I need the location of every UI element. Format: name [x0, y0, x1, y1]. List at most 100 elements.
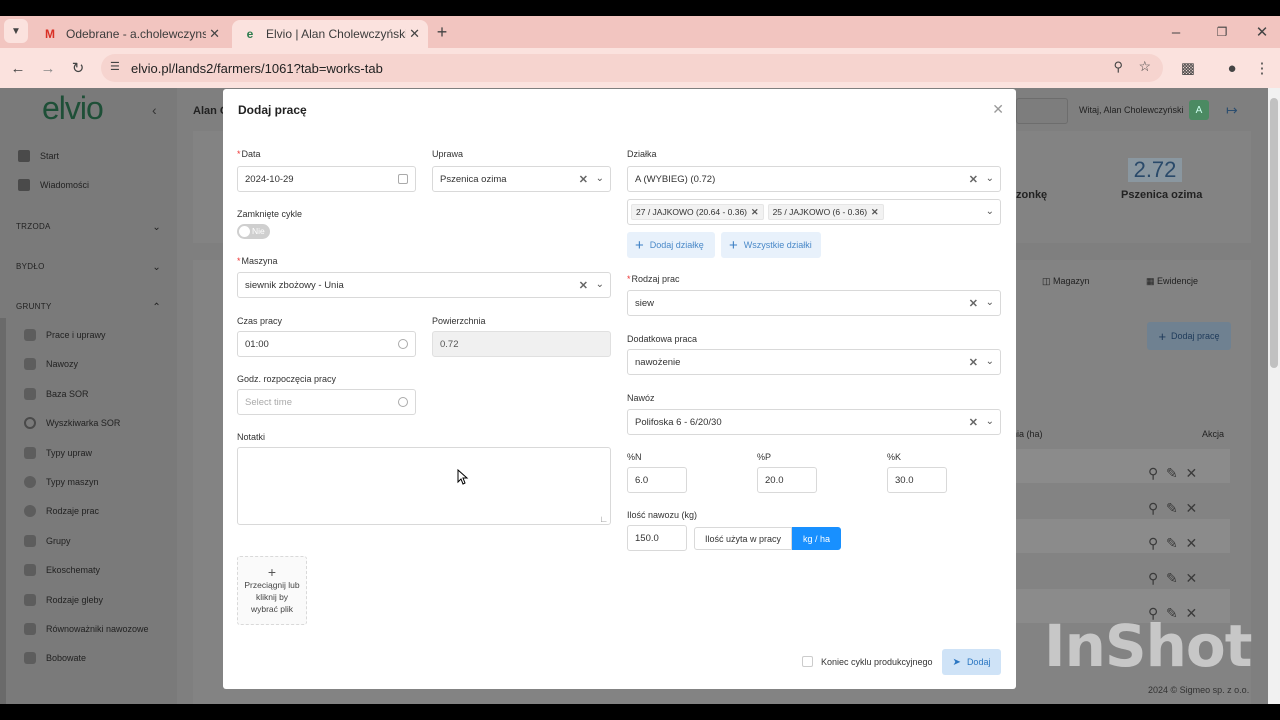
- bookmark-star-icon[interactable]: ☆: [1138, 58, 1151, 75]
- add-plot-button[interactable]: + Dodaj działkę: [627, 232, 715, 258]
- zoom-icon[interactable]: ⚲: [1113, 59, 1123, 75]
- users-icon: [24, 535, 36, 547]
- extensions-icon[interactable]: ▩: [1174, 54, 1202, 82]
- work-time-picker[interactable]: 01:00: [237, 331, 416, 357]
- sidebar-item-label: Równoważniki nawozowe: [46, 624, 149, 634]
- reload-button[interactable]: ↻: [64, 54, 92, 82]
- forward-button[interactable]: →: [34, 54, 62, 82]
- close-icon[interactable]: ✕: [409, 26, 420, 42]
- sidebar-item-rodzaje-gleby[interactable]: Rodzaje gleby: [24, 594, 103, 606]
- clear-icon[interactable]: ✕: [969, 173, 978, 186]
- notes-textarea[interactable]: ∟: [237, 447, 611, 525]
- menu-icon[interactable]: ⋮: [1248, 54, 1276, 82]
- sidebar-item-wyszkiwarka[interactable]: Wyszkiwarka SOR: [24, 417, 120, 429]
- row-action-icons[interactable]: ⚲ ✎ ✕: [1148, 456, 1228, 491]
- site-info-icon[interactable]: ☰: [110, 60, 120, 73]
- new-tab-button[interactable]: +: [428, 18, 456, 46]
- unit-option-kg-ha[interactable]: kg / ha: [792, 527, 842, 550]
- minimize-button[interactable]: –: [1162, 18, 1190, 46]
- clear-icon[interactable]: ✕: [969, 297, 978, 310]
- page-scrollbar[interactable]: [1268, 88, 1280, 704]
- sidebar-item-baza-sor[interactable]: Baza SOR: [24, 388, 89, 400]
- uprawa-select[interactable]: Pszenica ozima ✕ ⌄: [432, 166, 611, 192]
- rodzaj-prac-select[interactable]: siew ✕ ⌄: [627, 290, 1001, 316]
- all-plots-button[interactable]: + Wszystkie działki: [721, 232, 821, 258]
- sidebar-item-rodzaje-prac[interactable]: Rodzaje prac: [24, 505, 99, 517]
- back-button[interactable]: ←: [4, 54, 32, 82]
- date-picker[interactable]: 2024-10-29: [237, 166, 416, 192]
- remove-tag-icon[interactable]: ✕: [871, 207, 879, 218]
- tab-search-button[interactable]: ▼: [4, 19, 28, 43]
- nawoz-select[interactable]: Polifoska 6 - 6/20/30 ✕ ⌄: [627, 409, 1001, 435]
- fertilizer-amount-input[interactable]: 150.0: [627, 525, 687, 551]
- sidebar-item-prace[interactable]: Prace i uprawy: [24, 329, 106, 341]
- sidebar-item-start[interactable]: Start: [18, 150, 59, 162]
- chevron-down-icon: ⌄: [985, 173, 994, 184]
- closed-cycles-toggle[interactable]: Nie: [237, 224, 270, 239]
- address-bar[interactable]: ☰ elvio.pl/lands2/farmers/1061?tab=works…: [101, 54, 1163, 82]
- end-of-cycle-checkbox[interactable]: Koniec cyklu produkcyjnego: [802, 656, 933, 667]
- clear-icon[interactable]: ✕: [579, 279, 588, 292]
- p-percent-input[interactable]: 20.0: [757, 467, 817, 493]
- restore-button[interactable]: ❐: [1208, 18, 1236, 46]
- sidebar-item-typy-upraw[interactable]: Typy upraw: [24, 447, 92, 459]
- browser-chrome: ▼ M Odebrane - a.cholewczynski@e ✕ e Elv…: [0, 16, 1280, 88]
- sidebar-item-label: Typy upraw: [46, 448, 93, 458]
- remove-tag-icon[interactable]: ✕: [751, 207, 759, 218]
- tab-elvio[interactable]: e Elvio | Alan Cholewczyński - Gr ✕: [232, 20, 428, 48]
- k-label: %K: [887, 452, 902, 462]
- sidebar-item-typy-maszyn[interactable]: Typy maszyn: [24, 476, 99, 488]
- unit-option-used[interactable]: Ilość użyta w pracy: [694, 527, 793, 550]
- sidebar-section-trzoda[interactable]: TRZODA ⌄: [16, 222, 161, 233]
- tab-magazyn[interactable]: ◫ Magazyn: [1042, 276, 1090, 287]
- close-icon[interactable]: ✕: [992, 101, 1004, 118]
- checkbox-box[interactable]: [802, 656, 813, 667]
- label-text: Rodzaj prac: [631, 274, 680, 284]
- plus-icon: +: [635, 236, 644, 254]
- k-percent-input[interactable]: 30.0: [887, 467, 947, 493]
- sidebar-item-nawozy[interactable]: Nawozy: [24, 358, 78, 370]
- clear-icon[interactable]: ✕: [969, 416, 978, 429]
- upload-text-2: kliknij by: [255, 592, 289, 602]
- clear-icon[interactable]: ✕: [579, 173, 588, 186]
- row-action-icons[interactable]: ⚲ ✎ ✕: [1148, 491, 1228, 526]
- dzialka-multiselect[interactable]: 27 / JAJKOWO (20.64 - 0.36) ✕ 25 / JAJKOW…: [627, 199, 1001, 225]
- stat-value: 2.72: [1128, 158, 1182, 182]
- chevron-down-icon: ⌄: [985, 206, 994, 217]
- avatar[interactable]: A: [1189, 100, 1209, 120]
- sidebar-item-ekoschematy[interactable]: Ekoschematy: [24, 564, 100, 576]
- sidebar-group-stripe: [0, 318, 6, 704]
- clear-icon[interactable]: ✕: [969, 356, 978, 369]
- button-label: Dodaj pracę: [1171, 331, 1220, 341]
- sidebar-item-grupy[interactable]: Grupy: [24, 535, 71, 547]
- maszyna-select[interactable]: siewnik zbożowy - Unia ✕ ⌄: [237, 272, 611, 298]
- collapse-sidebar-icon[interactable]: ‹: [152, 102, 157, 118]
- dzialka-select[interactable]: A (WYBIEG) (0.72) ✕ ⌄: [627, 166, 1001, 192]
- sidebar-item-label: Rodzaje prac: [46, 506, 100, 516]
- window-close-button[interactable]: ✕: [1248, 18, 1276, 46]
- label-text: Data: [241, 149, 261, 159]
- sidebar-item-messages[interactable]: Wiadomości: [18, 179, 89, 191]
- profile-icon[interactable]: ●: [1218, 54, 1246, 82]
- dodatkowa-praca-select[interactable]: nawożenie ✕ ⌄: [627, 349, 1001, 375]
- n-percent-input[interactable]: 6.0: [627, 467, 687, 493]
- ilosc-label: Ilość nawozu (kg): [627, 510, 698, 520]
- chevron-down-icon: ⌄: [152, 262, 161, 273]
- row-action-icons[interactable]: ⚲ ✎ ✕: [1148, 561, 1228, 596]
- start-time-picker[interactable]: Select time: [237, 389, 416, 415]
- scrollbar-thumb[interactable]: [1270, 98, 1278, 368]
- sidebar-section-grunty[interactable]: GRUNTY ⌃: [16, 302, 161, 313]
- resize-handle-icon[interactable]: ∟: [599, 514, 608, 524]
- row-action-icons[interactable]: ⚲ ✎ ✕: [1148, 526, 1228, 561]
- sidebar-item-rownowazniki[interactable]: Równoważniki nawozowe: [24, 623, 149, 635]
- tab-gmail[interactable]: M Odebrane - a.cholewczynski@e ✕: [32, 20, 228, 48]
- file-upload-dropzone[interactable]: + Przeciągnij lub kliknij by wybrać plik: [237, 556, 307, 625]
- shield-icon: [24, 652, 36, 664]
- close-icon[interactable]: ✕: [209, 26, 220, 42]
- tab-ewidencje[interactable]: ▦ Ewidencje: [1146, 276, 1198, 287]
- sidebar-section-bydlo[interactable]: BYDŁO ⌄: [16, 262, 161, 273]
- logout-icon[interactable]: ↦: [1226, 102, 1238, 119]
- sidebar-item-bobowate[interactable]: Bobowate: [24, 652, 86, 664]
- add-work-button-bg[interactable]: + Dodaj pracę: [1147, 322, 1231, 350]
- submit-button[interactable]: ➤ Dodaj: [942, 649, 1001, 675]
